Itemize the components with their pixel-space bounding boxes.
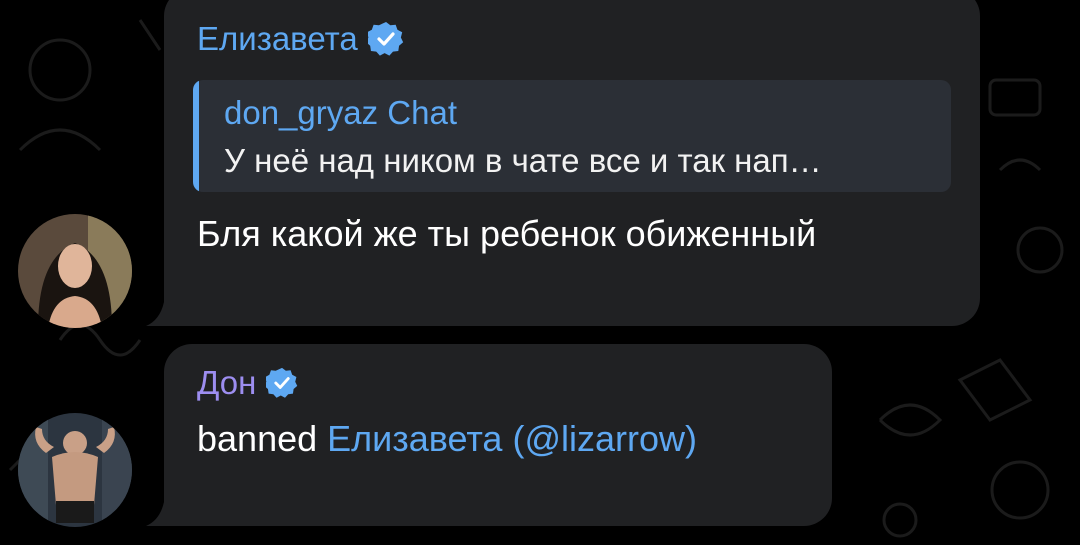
sender-name-text[interactable]: Дон	[197, 364, 256, 402]
message-text-prefix: banned	[197, 418, 328, 459]
reply-accent-bar	[193, 80, 199, 192]
verified-badge-icon	[367, 21, 404, 57]
avatar-man[interactable]	[18, 413, 132, 527]
sender-name-text[interactable]: Елизавета	[197, 20, 358, 58]
reply-text: У неё над ником в чате все и так нап…	[224, 142, 822, 179]
mention-name[interactable]: Елизавета	[327, 418, 502, 459]
mention-handle[interactable]: @lizarrow	[524, 418, 685, 459]
reply-preview[interactable]: don_gryaz Chat У неё над ником в чате вс…	[193, 80, 951, 192]
avatar-woman[interactable]	[18, 214, 132, 328]
verified-badge-icon	[266, 367, 298, 399]
message-text: banned Елизавета (@lizarrow)	[197, 414, 697, 463]
mention-open-paren: (	[502, 418, 525, 459]
mention-close-paren: )	[685, 418, 698, 459]
sender-name[interactable]: Елизавета	[197, 20, 404, 58]
reply-author: don_gryaz Chat	[224, 94, 457, 131]
message-text: Бля какой же ты ребенок обиженный	[197, 213, 817, 254]
sender-name[interactable]: Дон	[197, 364, 298, 402]
